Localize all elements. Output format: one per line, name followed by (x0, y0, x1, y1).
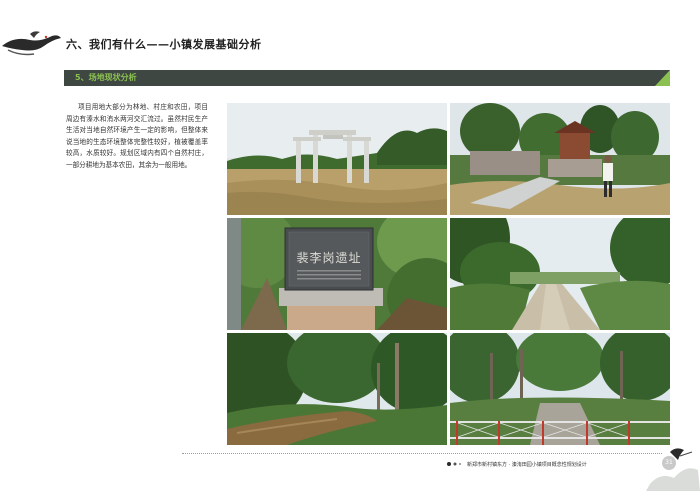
tablet-inscription: 裴李岗遗址 (296, 250, 361, 265)
photo-rural-path (450, 218, 670, 330)
photo-stone-gateway (227, 103, 447, 215)
photo-stone-tablet: 裴李岗遗址 (227, 218, 447, 330)
ink-bird-logo-icon (2, 31, 61, 56)
photo-temple-courtyard (450, 103, 670, 215)
footer-ornament-icon (447, 462, 461, 466)
footer-divider (182, 453, 662, 454)
site-analysis-paragraph: 项目用地大部分为林地、村庄和农田，项目周边有溱水和洧水两河交汇流过。虽然村民生产… (66, 103, 208, 169)
page-number: 31 (662, 456, 676, 470)
section-band (64, 70, 670, 86)
band-corner-accent (655, 70, 670, 86)
photo-creek-bridge (450, 333, 670, 445)
subsection-title: 5、场地现状分析 (75, 73, 137, 82)
page: 六、我们有什么——小镇发展基础分析 5、场地现状分析 项目用地大部分为林地、村庄… (0, 0, 700, 491)
photo-river-bank (227, 333, 447, 445)
footer-project-title: 新郑市新村镇东方 · 溱洧田园小镇项目概念性规划设计 (467, 462, 587, 468)
section-title: 六、我们有什么——小镇发展基础分析 (66, 38, 262, 51)
